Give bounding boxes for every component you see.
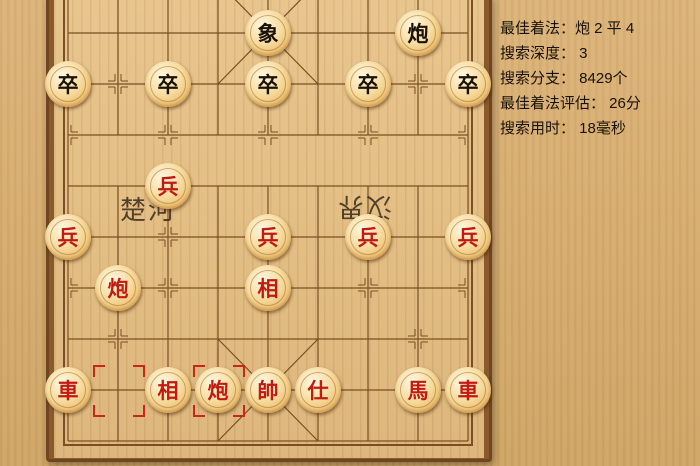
- piece-label: 卒: [257, 72, 279, 97]
- piece-label: 卒: [157, 72, 179, 97]
- move-marker-corner: [133, 405, 145, 417]
- piece-label: 炮: [107, 276, 129, 301]
- piece-black-soldier-1[interactable]: 卒: [45, 61, 91, 107]
- piece-label: 相: [257, 276, 279, 301]
- piece-label: 兵: [57, 225, 79, 250]
- piece-label: 象: [257, 21, 279, 46]
- piece-red-cannon-1[interactable]: 炮: [95, 265, 141, 311]
- piece-black-soldier-4[interactable]: 卒: [345, 61, 391, 107]
- piece-label: 車: [57, 378, 79, 403]
- piece-red-elephant-2[interactable]: 相: [145, 367, 191, 413]
- piece-label: 卒: [57, 72, 79, 97]
- piece-label: 馬: [407, 378, 429, 403]
- search-branches-text: 搜索分支： 8429个: [500, 70, 628, 87]
- piece-label: 兵: [457, 225, 479, 250]
- piece-black-soldier-3[interactable]: 卒: [245, 61, 291, 107]
- search-time-text: 搜索用时： 18毫秒: [500, 120, 626, 137]
- best-move-text: 最佳着法：炮 2 平 4: [500, 20, 635, 37]
- piece-label: 炮: [207, 378, 229, 403]
- move-marker-corner: [233, 365, 245, 377]
- piece-label: 卒: [457, 72, 479, 97]
- piece-red-soldier-2[interactable]: 兵: [245, 214, 291, 260]
- piece-red-soldier-3[interactable]: 兵: [345, 214, 391, 260]
- piece-black-cannon[interactable]: 炮: [395, 10, 441, 56]
- evaluation-text: 最佳着法评估： 26分: [500, 95, 641, 112]
- piece-red-horse[interactable]: 馬: [395, 367, 441, 413]
- piece-label: 仕: [307, 378, 329, 403]
- piece-label: 卒: [357, 72, 379, 97]
- piece-red-chariot-1[interactable]: 車: [45, 367, 91, 413]
- piece-label: 兵: [157, 174, 179, 199]
- move-marker-corner: [193, 405, 205, 417]
- piece-red-general[interactable]: 帥: [245, 367, 291, 413]
- move-marker-corner: [93, 405, 105, 417]
- piece-label: 炮: [407, 21, 429, 46]
- piece-label: 帥: [257, 378, 279, 403]
- engine-info-panel: 最佳着法：炮 2 平 4 搜索深度： 3 搜索分支： 8429个 最佳着法评估：…: [500, 16, 700, 141]
- piece-red-elephant-1[interactable]: 相: [245, 265, 291, 311]
- piece-black-soldier-5[interactable]: 卒: [445, 61, 491, 107]
- piece-red-soldier-crossed[interactable]: 兵: [145, 163, 191, 209]
- piece-red-advisor[interactable]: 仕: [295, 367, 341, 413]
- piece-red-soldier-1[interactable]: 兵: [45, 214, 91, 260]
- piece-label: 車: [457, 378, 479, 403]
- piece-label: 相: [157, 378, 179, 403]
- piece-black-soldier-2[interactable]: 卒: [145, 61, 191, 107]
- piece-label: 兵: [257, 225, 279, 250]
- move-marker-corner: [233, 405, 245, 417]
- piece-label: 兵: [357, 225, 379, 250]
- move-marker-corner: [93, 365, 105, 377]
- piece-black-elephant[interactable]: 象: [245, 10, 291, 56]
- move-marker-corner: [133, 365, 145, 377]
- piece-red-soldier-4[interactable]: 兵: [445, 214, 491, 260]
- move-marker-corner: [193, 365, 205, 377]
- search-depth-text: 搜索深度： 3: [500, 45, 588, 62]
- piece-red-chariot-2[interactable]: 車: [445, 367, 491, 413]
